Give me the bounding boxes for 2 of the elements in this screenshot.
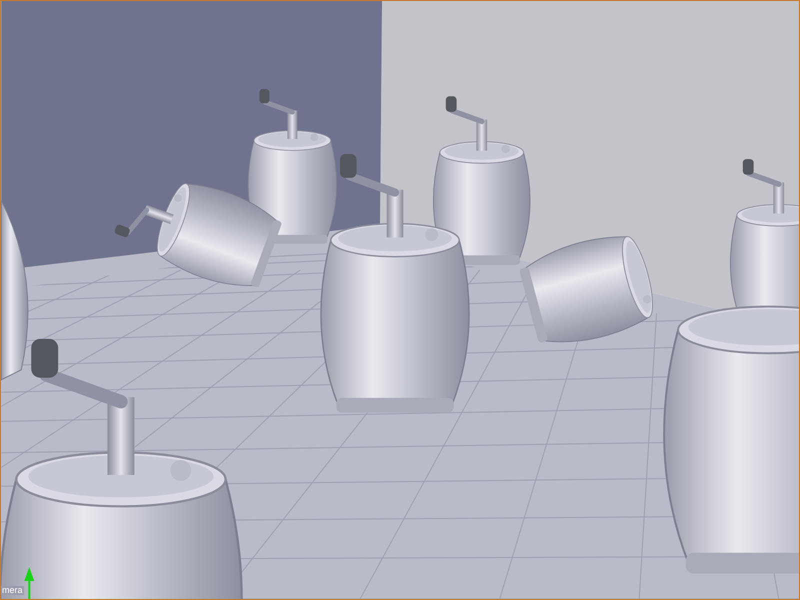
camera-label: mera: [1, 586, 24, 595]
axis-arrow-icon: [24, 567, 34, 599]
